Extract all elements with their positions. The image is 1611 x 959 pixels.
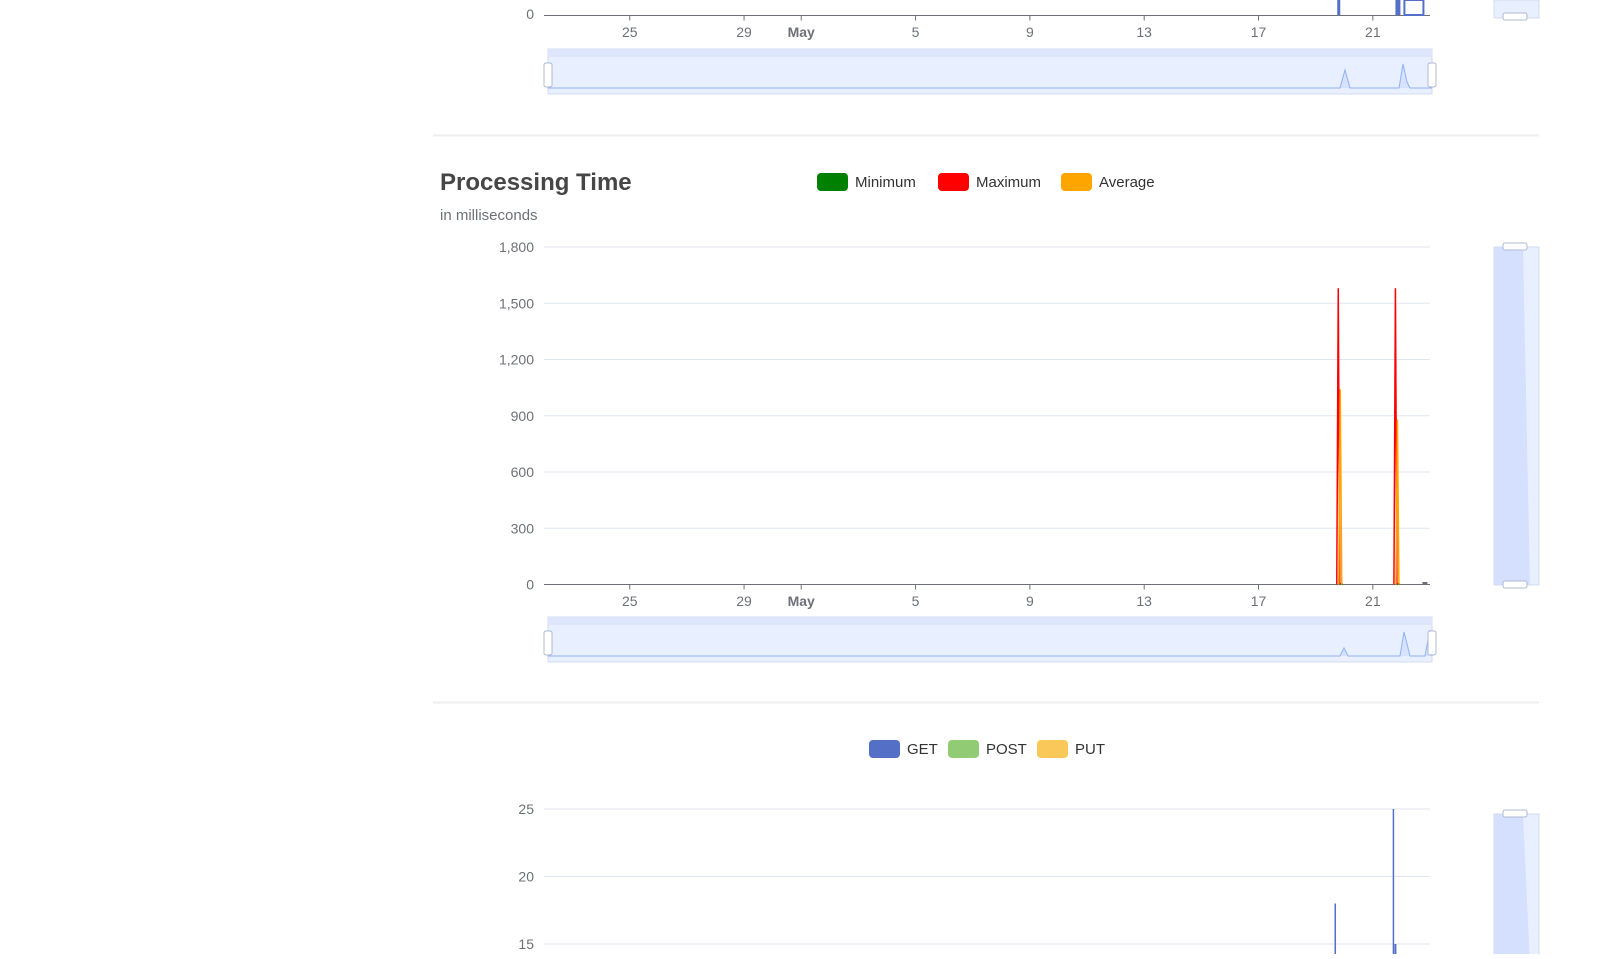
- pt-x-tick-label: 29: [736, 593, 752, 609]
- top-x-tick-label: 5: [912, 24, 920, 40]
- legend-label-maximum: Maximum: [976, 174, 1041, 191]
- top-zoom-slider[interactable]: [543, 48, 1437, 95]
- charts-canvas: 0 25 29 May 5 9 13 17 21 Processing Time in mil…: [433, 0, 1540, 959]
- pt-zoom-slider[interactable]: [543, 616, 1437, 663]
- top-x-tick-label: 21: [1365, 24, 1381, 40]
- top-vzoom-slider[interactable]: [1493, 0, 1540, 21]
- top-bars: [1337, 0, 1425, 16]
- methods-chart: GET POST PUT 15 20 25: [518, 740, 1540, 959]
- legend-swatch-get: [869, 740, 900, 758]
- methods-y-tick-label: 20: [518, 869, 534, 885]
- pt-x-tick-label: May: [788, 593, 815, 609]
- legend-label-average: Average: [1099, 174, 1155, 191]
- pt-y-tick-label: 1,200: [499, 352, 534, 368]
- legend-item-maximum[interactable]: Maximum: [938, 173, 1041, 191]
- legend-item-put[interactable]: PUT: [1037, 740, 1105, 758]
- methods-legend: GET POST PUT: [869, 740, 1105, 758]
- top-x-tick-label: 13: [1136, 24, 1152, 40]
- legend-swatch-maximum: [938, 173, 969, 191]
- pt-series: [1336, 288, 1428, 586]
- legend-item-get[interactable]: GET: [869, 740, 938, 758]
- legend-item-minimum[interactable]: Minimum: [817, 173, 916, 191]
- pt-zoom-top-bar[interactable]: [548, 617, 1432, 625]
- top-x-tick-label: 29: [736, 24, 752, 40]
- methods-series: [1334, 809, 1397, 954]
- pt-y-tick-label: 1,500: [499, 295, 534, 311]
- pt-x-tick-label: 17: [1251, 593, 1267, 609]
- pt-y-tick-label: 1,800: [499, 239, 534, 255]
- top-y-tick-0: 0: [526, 6, 534, 22]
- top-vzoom-handle-bottom[interactable]: [1502, 12, 1528, 21]
- pt-y-ticks: 0 300 600 900 1,200 1,500 1,800: [499, 239, 534, 593]
- top-x-ticks: 25 29 May 5 9 13 17 21: [622, 15, 1381, 40]
- pt-y-tick-label: 300: [511, 520, 535, 536]
- legend-swatch-post: [948, 740, 979, 758]
- pt-x-ticks: 25 29 May 5 9 13 17 21: [622, 584, 1381, 609]
- legend-swatch-average: [1061, 173, 1092, 191]
- legend-item-post[interactable]: POST: [948, 740, 1027, 758]
- top-chart: 0 25 29 May 5 9 13 17 21: [526, 0, 1540, 95]
- pt-x-tick-label: 5: [912, 593, 920, 609]
- top-x-tick-label: 9: [1026, 24, 1034, 40]
- top-bar: [1395, 0, 1401, 15]
- top-zoom-handle-left[interactable]: [543, 62, 553, 88]
- legend-swatch-minimum: [817, 173, 848, 191]
- pt-y-tick-label: 900: [511, 408, 535, 424]
- legend-item-average[interactable]: Average: [1061, 173, 1155, 191]
- legend-label-post: POST: [986, 741, 1027, 758]
- pt-vzoom-handle-top[interactable]: [1502, 242, 1528, 251]
- methods-vzoom-handle-top[interactable]: [1502, 809, 1528, 818]
- pt-zoom-handle-right[interactable]: [1427, 630, 1437, 656]
- dashboard-charts: 0 25 29 May 5 9 13 17 21 Processing Time in mil…: [0, 0, 1611, 959]
- pt-x-tick-label: 9: [1026, 593, 1034, 609]
- chart-subtitle: in milliseconds: [440, 207, 538, 224]
- pt-x-tick-label: 13: [1136, 593, 1152, 609]
- pt-zoom-handle-left[interactable]: [543, 630, 553, 656]
- pt-x-tick-label: 21: [1365, 593, 1381, 609]
- chart-title: Processing Time: [440, 169, 632, 196]
- methods-vzoom-slider[interactable]: [1493, 809, 1540, 959]
- pt-y-tick-label: 0: [526, 577, 534, 593]
- top-x-tick-label: May: [788, 24, 815, 40]
- top-x-tick-label: 17: [1251, 24, 1267, 40]
- top-zoom-top-bar[interactable]: [548, 49, 1432, 57]
- methods-y-tick-label: 25: [518, 801, 534, 817]
- legend-label-minimum: Minimum: [855, 174, 916, 191]
- top-bar: [1337, 0, 1341, 15]
- top-zoom-handle-right[interactable]: [1427, 62, 1437, 88]
- pt-vzoom-slider[interactable]: [1493, 242, 1540, 589]
- legend: Minimum Maximum Average: [817, 173, 1155, 191]
- pt-x-tick-label: 25: [622, 593, 638, 609]
- pt-vzoom-handle-bottom[interactable]: [1502, 580, 1528, 589]
- top-bar-outline: [1403, 0, 1425, 16]
- methods-grid-lines: [544, 808, 1430, 945]
- methods-y-ticks: 15 20 25: [518, 801, 534, 952]
- legend-label-put: PUT: [1075, 741, 1105, 758]
- pt-y-tick-label: 600: [511, 464, 535, 480]
- top-x-tick-label: 25: [622, 24, 638, 40]
- pt-grid-lines: [544, 246, 1430, 529]
- methods-y-tick-label: 15: [518, 936, 534, 952]
- processing-time-chart: Processing Time in milliseconds Minimum …: [440, 169, 1540, 663]
- legend-swatch-put: [1037, 740, 1068, 758]
- legend-label-get: GET: [907, 741, 938, 758]
